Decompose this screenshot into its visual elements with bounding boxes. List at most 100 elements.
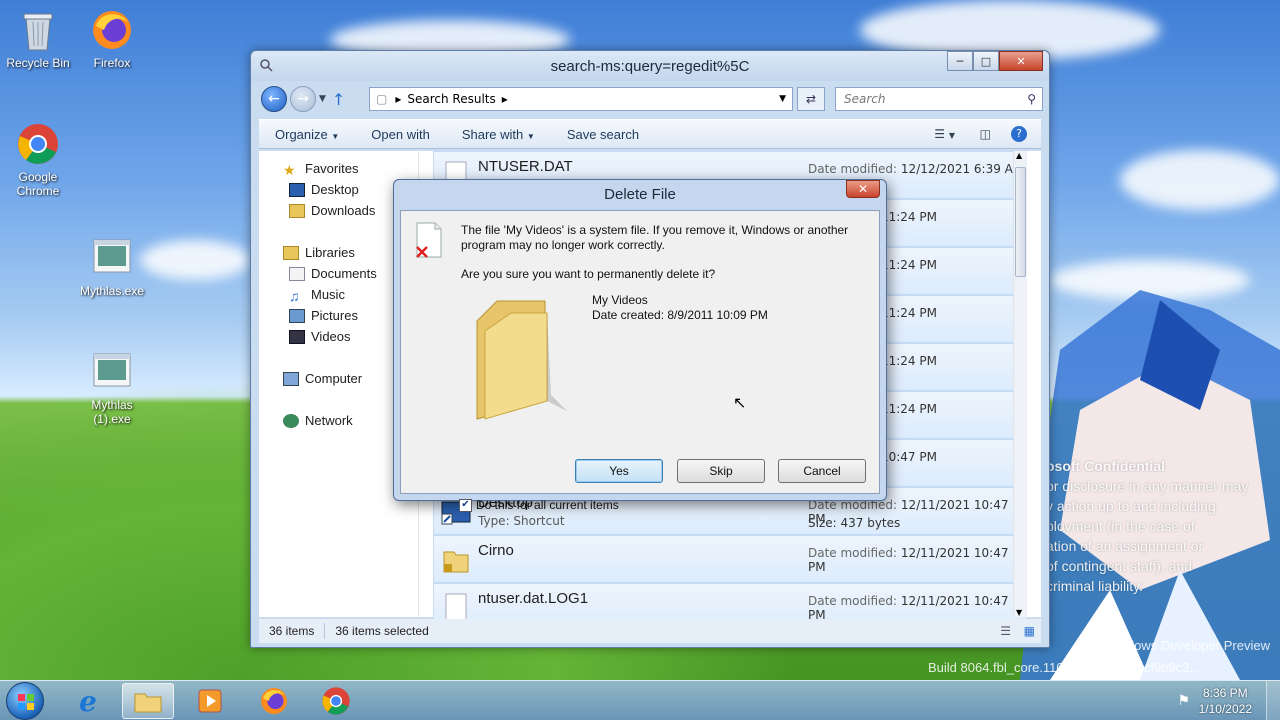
desktop-icon-mythlas-1[interactable]: Mythlas (1).exe (74, 350, 150, 426)
taskbar-chrome[interactable] (310, 683, 362, 719)
refresh-icon: ⇄ (805, 92, 817, 106)
system-file-warning-icon (413, 221, 445, 259)
skip-button[interactable]: Skip (677, 459, 765, 483)
address-bar[interactable]: ▢ ▸ Search Results ▸ ▼ (369, 87, 793, 111)
desktop-icon-mythlas[interactable]: Mythlas.exe (74, 236, 150, 298)
build-watermark-line1: Windows Developer Preview (1104, 638, 1270, 653)
dialog-title: Delete File (604, 186, 676, 203)
window-title: search-ms:query=regedit%5C (550, 58, 750, 75)
file-name: ntuser.dat.LOG1 (478, 590, 589, 607)
search-input[interactable]: Search ⚲ (835, 87, 1043, 111)
firefox-icon (90, 8, 134, 52)
cloud (1120, 150, 1280, 210)
view-options-icon[interactable]: ☰ ▼ (934, 127, 955, 141)
nav-favorites[interactable]: ★ Favorites (283, 161, 358, 178)
refresh-button[interactable]: ⇄ (797, 87, 825, 111)
status-bar: 36 items 36 items selected ☰ ▦ (259, 619, 1041, 643)
cancel-button[interactable]: Cancel (778, 459, 866, 483)
search-placeholder: Search (844, 92, 886, 106)
large-icons-view-icon[interactable]: ▦ (1024, 624, 1035, 638)
nav-network[interactable]: Network (283, 413, 353, 428)
media-player-icon (198, 689, 222, 713)
build-watermark-line2: Build 8064.fbl_core.110806-1000.959cf9b9… (928, 660, 1201, 675)
close-icon: ✕ (1016, 54, 1026, 68)
show-desktop-button[interactable] (1266, 681, 1280, 720)
help-icon[interactable]: ? (1011, 126, 1027, 142)
desktop-icon-label: Recycle Bin (6, 56, 70, 70)
nav-downloads[interactable]: Downloads (289, 203, 375, 218)
documents-icon (289, 266, 305, 281)
yes-button[interactable]: Yes (575, 459, 663, 483)
dialog-close-button[interactable]: ✕ (846, 180, 880, 198)
checkbox-label: Do this for all current items (476, 498, 619, 512)
system-clock[interactable]: 8:36 PM 1/10/2022 (1199, 685, 1252, 717)
minimize-button[interactable]: ─ (947, 51, 973, 71)
taskbar-explorer[interactable] (122, 683, 174, 719)
close-button[interactable]: ✕ (999, 51, 1043, 71)
desktop-icon-chrome[interactable]: Google Chrome (0, 122, 76, 198)
watermark-line: or disclosure in any manner may (1046, 478, 1249, 494)
libraries-icon (283, 245, 299, 260)
exe-file-icon (90, 236, 134, 280)
nav-computer[interactable]: Computer (283, 371, 362, 386)
pictures-icon (289, 308, 305, 323)
recycle-bin-icon (16, 8, 60, 52)
save-search-button[interactable]: Save search (551, 127, 655, 142)
chevron-down-icon: ▼ (331, 131, 340, 141)
desktop-icon (289, 182, 305, 197)
open-with-button[interactable]: Open with (355, 127, 446, 142)
nav-libraries[interactable]: Libraries (283, 245, 355, 260)
watermark-line: ation of an assignment or (1046, 538, 1204, 554)
close-icon: ✕ (857, 182, 869, 196)
file-name: NTUSER.DAT (478, 158, 573, 175)
mouse-cursor-icon: ↖ (733, 393, 747, 412)
forward-button[interactable]: → (290, 86, 316, 112)
dialog-file-name: My Videos (592, 293, 648, 307)
star-icon: ★ (283, 161, 296, 178)
preview-pane-icon[interactable]: ◫ (980, 127, 991, 141)
file-date: Date modified: 12/11/2021 10:47 PM (808, 594, 1009, 622)
taskbar-firefox[interactable] (248, 683, 300, 719)
breadcrumb-chevron-icon: ▸ (395, 92, 402, 106)
up-arrow-icon[interactable]: ↑ (332, 90, 345, 109)
vertical-scrollbar[interactable]: ▲ ▼ (1013, 151, 1027, 617)
apply-to-all-checkbox[interactable]: ✔ Do this for all current items (459, 498, 619, 512)
computer-icon (283, 371, 299, 386)
checkbox-checked-icon[interactable]: ✔ (459, 498, 472, 512)
file-size: Size: 437 bytes (808, 516, 901, 530)
details-view-icon[interactable]: ☰ (1000, 624, 1011, 638)
minimize-icon: ─ (956, 54, 964, 68)
maximize-icon: □ (980, 54, 992, 68)
back-arrow-icon: ← (268, 91, 280, 107)
breadcrumb-search-results[interactable]: Search Results (407, 92, 495, 106)
address-dropdown-icon[interactable]: ▼ (779, 94, 786, 104)
nav-documents[interactable]: Documents (289, 266, 377, 281)
desktop-icon-firefox[interactable]: Firefox (74, 8, 150, 70)
desktop-icon-recycle-bin[interactable]: Recycle Bin (0, 8, 76, 70)
recent-pages-dropdown-icon[interactable]: ▼ (319, 94, 326, 104)
delete-file-dialog: Delete File ✕ The file 'My Videos' is a … (393, 179, 887, 512)
chevron-down-icon: ▼ (526, 131, 535, 141)
action-center-icon[interactable]: ⚑ (1177, 693, 1190, 709)
nav-music[interactable]: ♫ Music (289, 287, 345, 304)
explorer-titlebar[interactable]: search-ms:query=regedit%5C ─ □ ✕ (251, 51, 1049, 81)
taskbar-internet-explorer[interactable]: e (62, 683, 114, 719)
back-button[interactable]: ← (261, 86, 287, 112)
watermark-line: osoft Confidential (1046, 458, 1165, 474)
taskbar-media-player[interactable] (184, 683, 236, 719)
organize-menu[interactable]: Organize ▼ (259, 127, 355, 142)
desktop-icon-label: Firefox (93, 56, 131, 70)
scrollbar-thumb[interactable] (1015, 167, 1026, 277)
dialog-file-date: Date created: 8/9/2011 10:09 PM (592, 308, 768, 322)
share-with-menu[interactable]: Share with ▼ (446, 127, 551, 142)
nav-pictures[interactable]: Pictures (289, 308, 358, 323)
start-button[interactable] (6, 682, 44, 720)
command-bar: Organize ▼ Open with Share with ▼ Save s… (259, 119, 1041, 149)
maximize-button[interactable]: □ (973, 51, 999, 71)
nav-videos[interactable]: Videos (289, 329, 351, 344)
dialog-body: The file 'My Videos' is a system file. I… (400, 210, 880, 512)
nav-desktop[interactable]: Desktop (289, 182, 359, 197)
folder-icon (134, 693, 162, 713)
list-item[interactable]: Cirno Date modified: 12/11/2021 10:47 PM (433, 535, 1027, 583)
downloads-folder-icon (289, 203, 305, 218)
